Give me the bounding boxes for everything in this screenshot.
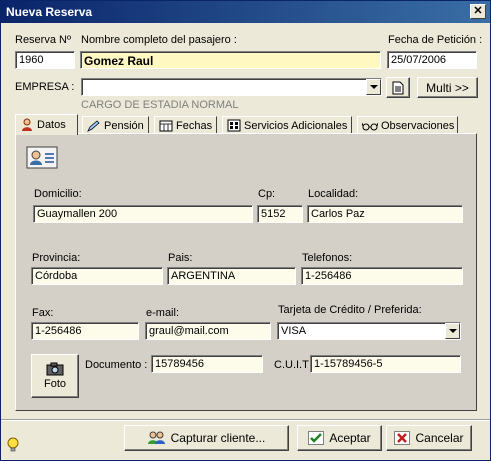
tab-label-fechas: Fechas — [176, 119, 213, 132]
datos-panel: Domicilio: Guaymallen 200 Cp: 5152 Local… — [15, 133, 477, 411]
nombre-label: Nombre completo del pasajero : — [81, 34, 237, 46]
person-icon — [22, 118, 32, 131]
documento-field[interactable]: 15789456 — [151, 355, 263, 373]
cuit-field[interactable]: 1-15789456-5 — [310, 355, 461, 373]
fecha-field[interactable]: 25/07/2006 — [387, 51, 477, 69]
capturar-cliente-button[interactable]: Capturar cliente... — [124, 425, 289, 451]
window-title: Nueva Reserva — [6, 5, 93, 19]
tab-observaciones[interactable]: Observaciones — [357, 116, 458, 134]
cp-label: Cp: — [258, 188, 276, 200]
tab-label-observaciones: Observaciones — [381, 119, 455, 132]
provincia-label: Provincia: — [32, 252, 81, 264]
aceptar-button[interactable]: Aceptar — [297, 425, 382, 451]
camera-icon — [46, 362, 64, 376]
cancelar-button[interactable]: Cancelar — [386, 425, 472, 451]
capturar-label: Capturar cliente... — [170, 431, 266, 445]
tab-fechas[interactable]: Fechas — [154, 116, 217, 134]
pencil-icon — [87, 119, 100, 132]
pais-label: Pais: — [168, 252, 193, 264]
telefonos-label: Telefonos: — [302, 252, 353, 264]
foto-button[interactable]: Foto — [31, 354, 79, 398]
nueva-reserva-window: Nueva Reserva ✕ Reserva Nº 1960 Nombre c… — [0, 0, 491, 461]
calendar-icon — [159, 120, 173, 132]
tab-label-servicios: Servicios Adicionales — [244, 119, 348, 132]
empresa-dropdown-arrow[interactable] — [366, 79, 381, 95]
tarjeta-dropdown-arrow[interactable] — [445, 323, 460, 339]
email-field[interactable]: graul@mail.com — [145, 322, 271, 340]
provincia-field[interactable]: Córdoba — [31, 267, 163, 285]
foto-label: Foto — [43, 378, 66, 390]
document-icon — [392, 81, 404, 94]
domicilio-label: Domicilio: — [34, 188, 82, 200]
nombre-field[interactable]: Gomez Raul — [80, 51, 381, 69]
lightbulb-icon — [7, 437, 19, 452]
tab-pension[interactable]: Pensión — [82, 116, 149, 134]
users-icon — [147, 431, 165, 444]
pais-field[interactable]: ARGENTINA — [167, 267, 296, 285]
tarjeta-value: VISA — [281, 325, 307, 337]
cancelar-label: Cancelar — [415, 431, 464, 445]
services-icon — [227, 119, 241, 132]
documento-label: Documento : — [85, 359, 148, 371]
tarjeta-label: Tarjeta de Crédito / Preferida: — [278, 304, 422, 316]
fax-label: Fax: — [32, 307, 54, 319]
telefonos-field[interactable]: 1-256486 — [301, 267, 463, 285]
cuit-label: C.U.I.T — [274, 359, 309, 371]
multi-label: Multi >> — [426, 80, 469, 95]
title-bar: Nueva Reserva ✕ — [1, 1, 490, 23]
reserva-field[interactable]: 1960 — [15, 51, 75, 69]
email-label: e-mail: — [146, 307, 180, 319]
tab-datos[interactable]: Datos — [15, 114, 78, 135]
tab-bar: Datos Pensión Fechas Servicios Adicional… — [15, 114, 477, 135]
reserva-label: Reserva Nº — [15, 34, 71, 46]
empresa-combo[interactable] — [81, 78, 382, 96]
cargo-hint: CARGO DE ESTADIA NORMAL — [81, 99, 239, 111]
fax-field[interactable]: 1-256486 — [31, 322, 139, 340]
footer-separator — [1, 419, 490, 421]
cp-field[interactable]: 5152 — [257, 205, 303, 223]
empresa-label: EMPRESA : — [15, 81, 75, 93]
fecha-label: Fecha de Petición : — [388, 34, 483, 46]
glasses-icon — [362, 122, 378, 130]
contact-card-icon — [26, 146, 58, 169]
tab-servicios[interactable]: Servicios Adicionales — [222, 116, 352, 134]
localidad-field[interactable]: Carlos Paz — [307, 205, 463, 223]
empresa-details-button[interactable] — [386, 77, 410, 98]
checkmark-icon — [308, 431, 325, 445]
multi-button[interactable]: Multi >> — [417, 77, 478, 98]
domicilio-field[interactable]: Guaymallen 200 — [33, 205, 253, 223]
close-button[interactable]: ✕ — [470, 4, 486, 19]
localidad-label: Localidad: — [308, 188, 359, 200]
tab-label-pension: Pensión — [104, 119, 144, 132]
tab-label-datos: Datos — [37, 119, 66, 131]
aceptar-label: Aceptar — [329, 431, 371, 445]
cancel-x-icon — [394, 431, 411, 445]
tarjeta-combo[interactable]: VISA — [277, 322, 461, 340]
